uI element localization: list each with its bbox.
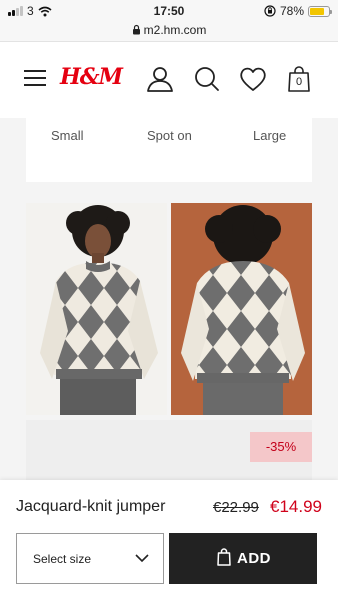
battery-icon <box>308 5 332 17</box>
battery-percent: 78% <box>279 4 304 18</box>
size-select-label: Select size <box>33 552 92 566</box>
user-icon[interactable] <box>145 64 175 94</box>
lock-icon <box>132 24 140 35</box>
product-photo-back <box>181 205 305 415</box>
brand-logo[interactable]: H&M <box>60 64 123 90</box>
purchase-panel: Jacquard-knit jumper €22.99 €14.99 Selec… <box>0 480 338 600</box>
discount-badge: -35% <box>250 432 312 462</box>
chevron-down-icon <box>135 554 149 563</box>
fit-option-spot-on: Spot on <box>147 128 192 143</box>
address-bar[interactable]: m2.hm.com <box>0 22 338 42</box>
battery-fill <box>310 7 325 15</box>
product-image-back[interactable] <box>171 203 312 415</box>
size-select[interactable]: Select size <box>16 533 164 584</box>
hamburger-menu-icon[interactable] <box>24 70 46 86</box>
product-photo-front <box>40 205 158 415</box>
heart-icon[interactable] <box>238 64 268 94</box>
product-image-detail[interactable]: -35% <box>26 420 312 480</box>
bag-count: 0 <box>295 76 303 88</box>
fit-option-large: Large <box>253 128 287 143</box>
shopping-bag-icon[interactable]: 0 <box>284 64 314 94</box>
add-button-label: ADD <box>237 550 271 567</box>
sale-price: €14.99 <box>270 497 322 516</box>
original-price: €22.99 <box>213 499 259 516</box>
site-header: H&M 0 <box>0 42 338 118</box>
url-text: m2.hm.com <box>143 23 207 37</box>
status-bar: 3 17:50 78% <box>0 0 338 22</box>
fit-option-small: Small <box>51 128 84 143</box>
search-icon[interactable] <box>192 64 222 94</box>
product-name: Jacquard-knit jumper <box>16 498 166 515</box>
product-image-front[interactable] <box>26 203 167 415</box>
bag-icon <box>217 548 231 566</box>
orientation-lock-icon <box>264 5 276 17</box>
fit-indicator: Small Spot on Large <box>26 118 312 182</box>
status-right: 78% <box>264 4 332 18</box>
add-to-bag-button[interactable]: ADD <box>169 533 317 584</box>
